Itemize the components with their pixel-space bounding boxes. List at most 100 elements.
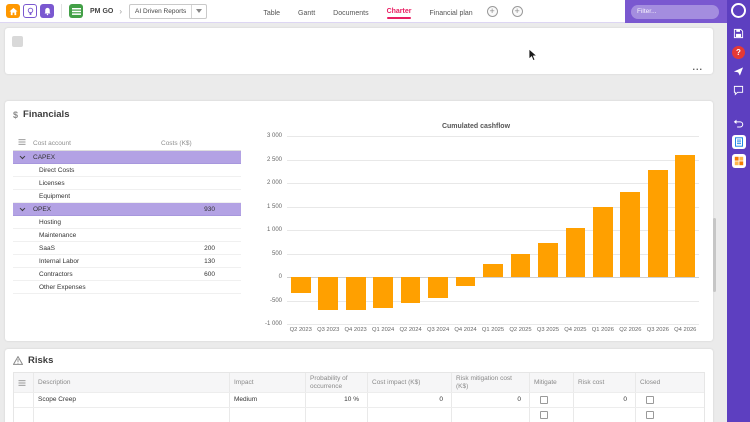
filter-input[interactable] — [631, 5, 719, 19]
apps-icon[interactable] — [69, 4, 83, 18]
feedback-icon[interactable] — [732, 83, 746, 97]
costs-cell: 130 — [153, 258, 241, 265]
mitigate-checkbox[interactable] — [540, 411, 548, 419]
financials-row-equipment[interactable]: Equipment — [13, 190, 241, 203]
financials-title: Financials — [23, 109, 69, 120]
chevron-down-icon[interactable] — [191, 5, 206, 18]
financials-row-contractors[interactable]: Contractors600 — [13, 268, 241, 281]
cashflow-bar-q1-2024[interactable] — [373, 277, 393, 308]
probability-cell[interactable]: 10 % — [306, 393, 368, 407]
risk-cost-cell[interactable]: 0 — [574, 393, 636, 407]
cashflow-bar-q3-2026[interactable] — [648, 170, 668, 277]
financials-row-capex[interactable]: CAPEX — [13, 151, 241, 164]
financials-row-maintenance[interactable]: Maintenance — [13, 229, 241, 242]
column-settings-icon[interactable] — [14, 373, 34, 392]
vertical-scrollbar[interactable] — [713, 218, 716, 292]
y-axis-tick-label: -1 000 — [247, 321, 282, 327]
cashflow-bar-q3-2023[interactable] — [318, 277, 338, 310]
tab-gantt[interactable]: Gantt — [298, 0, 315, 23]
risks-col-cost-impact-k-[interactable]: Cost impact (K$) — [368, 373, 452, 392]
risks-col-closed[interactable]: Closed — [636, 373, 704, 392]
idea-icon[interactable] — [23, 4, 37, 18]
home-glyph — [9, 7, 18, 16]
cashflow-bar-q2-2023[interactable] — [291, 277, 311, 293]
column-settings-icon[interactable] — [13, 138, 31, 148]
risks-section: Risks DescriptionImpactProbability of oc… — [5, 349, 713, 422]
export-document-icon[interactable] — [732, 135, 746, 149]
risks-col-risk-mitigation-cost-k-[interactable]: Risk mitigation cost (K$) — [452, 373, 530, 392]
cashflow-bar-q3-2024[interactable] — [428, 277, 448, 298]
financials-row-direct-costs[interactable]: Direct Costs — [13, 164, 241, 177]
closed-checkbox[interactable] — [646, 396, 654, 404]
cashflow-bar-q2-2025[interactable] — [511, 254, 531, 278]
cashflow-bar-q1-2025[interactable] — [483, 264, 503, 277]
tab-financial-plan[interactable]: Financial plan — [429, 0, 472, 23]
add-button[interactable]: + — [512, 6, 523, 17]
closed-checkbox[interactable] — [646, 411, 654, 419]
risk-row-2[interactable] — [14, 407, 704, 422]
filter-block — [625, 0, 727, 23]
cashflow-bar-q2-2024[interactable] — [401, 277, 421, 303]
risks-col-impact[interactable]: Impact — [230, 373, 306, 392]
cashflow-bar-q4-2025[interactable] — [566, 228, 586, 277]
financials-row-opex[interactable]: OPEX930 — [13, 203, 241, 216]
tab-table[interactable]: Table — [263, 0, 280, 23]
send-icon[interactable] — [732, 64, 746, 78]
help-icon[interactable]: ? — [732, 45, 746, 59]
document-glyph — [734, 137, 744, 147]
home-icon[interactable] — [6, 4, 20, 18]
x-axis-tick-label: Q2 2025 — [507, 327, 534, 333]
tab-documents[interactable]: Documents — [333, 0, 368, 23]
risks-col-risk-cost[interactable]: Risk cost — [574, 373, 636, 392]
more-options-button[interactable]: ... — [692, 62, 703, 72]
tab-charter[interactable]: Charter — [387, 0, 412, 23]
export-spreadsheet-icon[interactable] — [732, 154, 746, 168]
cost-account-cell: Other Expenses — [31, 284, 153, 291]
cashflow-bar-q4-2024[interactable] — [456, 277, 476, 286]
financials-row-hosting[interactable]: Hosting — [13, 216, 241, 229]
risk-row-1[interactable]: Scope CreepMedium10 %000 — [14, 392, 704, 407]
cashflow-plot: 3 0002 5002 0001 5001 0005000-500-1 000 — [287, 136, 699, 324]
y-axis-tick-label: 500 — [247, 251, 282, 257]
probability-cell[interactable] — [306, 408, 368, 422]
bar-column — [314, 136, 341, 324]
cashflow-bar-q4-2026[interactable] — [675, 155, 695, 277]
cost-impact-cell[interactable] — [368, 408, 452, 422]
impact-cell[interactable]: Medium — [230, 393, 306, 407]
financials-row-other-expenses[interactable]: Other Expenses — [13, 281, 241, 294]
rows-glyph — [18, 138, 26, 146]
bar-column — [562, 136, 589, 324]
financials-row-licenses[interactable]: Licenses — [13, 177, 241, 190]
row-collapse-chevron-icon[interactable] — [13, 154, 31, 161]
cashflow-bar-q4-2023[interactable] — [346, 277, 366, 310]
x-axis-tick-label: Q2 2023 — [287, 327, 314, 333]
notifications-icon[interactable] — [40, 4, 54, 18]
row-collapse-chevron-icon[interactable] — [13, 206, 31, 213]
impact-cell[interactable] — [230, 408, 306, 422]
save-icon[interactable] — [732, 26, 746, 40]
mitigation-cost-cell[interactable] — [452, 408, 530, 422]
add-view-button[interactable]: + — [487, 6, 498, 17]
risk-cost-cell[interactable] — [574, 408, 636, 422]
financials-row-saas[interactable]: SaaS200 — [13, 242, 241, 255]
cost-account-cell: Internal Labor — [31, 258, 153, 265]
description-cell[interactable]: Scope Creep — [34, 393, 230, 407]
description-cell[interactable] — [34, 408, 230, 422]
col-cost-account: Cost account — [31, 140, 153, 147]
undo-icon[interactable] — [732, 116, 746, 130]
mitigate-checkbox[interactable] — [540, 396, 548, 404]
cashflow-bar-q1-2026[interactable] — [593, 207, 613, 277]
risks-col-mitigate[interactable]: Mitigate — [530, 373, 574, 392]
avatar[interactable] — [731, 3, 746, 18]
risks-col-probability-of-occurrence[interactable]: Probability of occurrence — [306, 373, 368, 392]
cost-impact-cell[interactable]: 0 — [368, 393, 452, 407]
risks-title: Risks — [28, 355, 53, 366]
report-selector[interactable]: AI Driven Reports — [129, 4, 207, 19]
risks-col-description[interactable]: Description — [34, 373, 230, 392]
cashflow-bar-q3-2025[interactable] — [538, 243, 558, 277]
y-axis-tick-label: 3 000 — [247, 133, 282, 139]
mitigation-cost-cell[interactable]: 0 — [452, 393, 530, 407]
topbar-left-icons: PM GO › AI Driven Reports — [0, 4, 207, 19]
financials-row-internal-labor[interactable]: Internal Labor130 — [13, 255, 241, 268]
cashflow-bar-q2-2026[interactable] — [620, 192, 640, 277]
